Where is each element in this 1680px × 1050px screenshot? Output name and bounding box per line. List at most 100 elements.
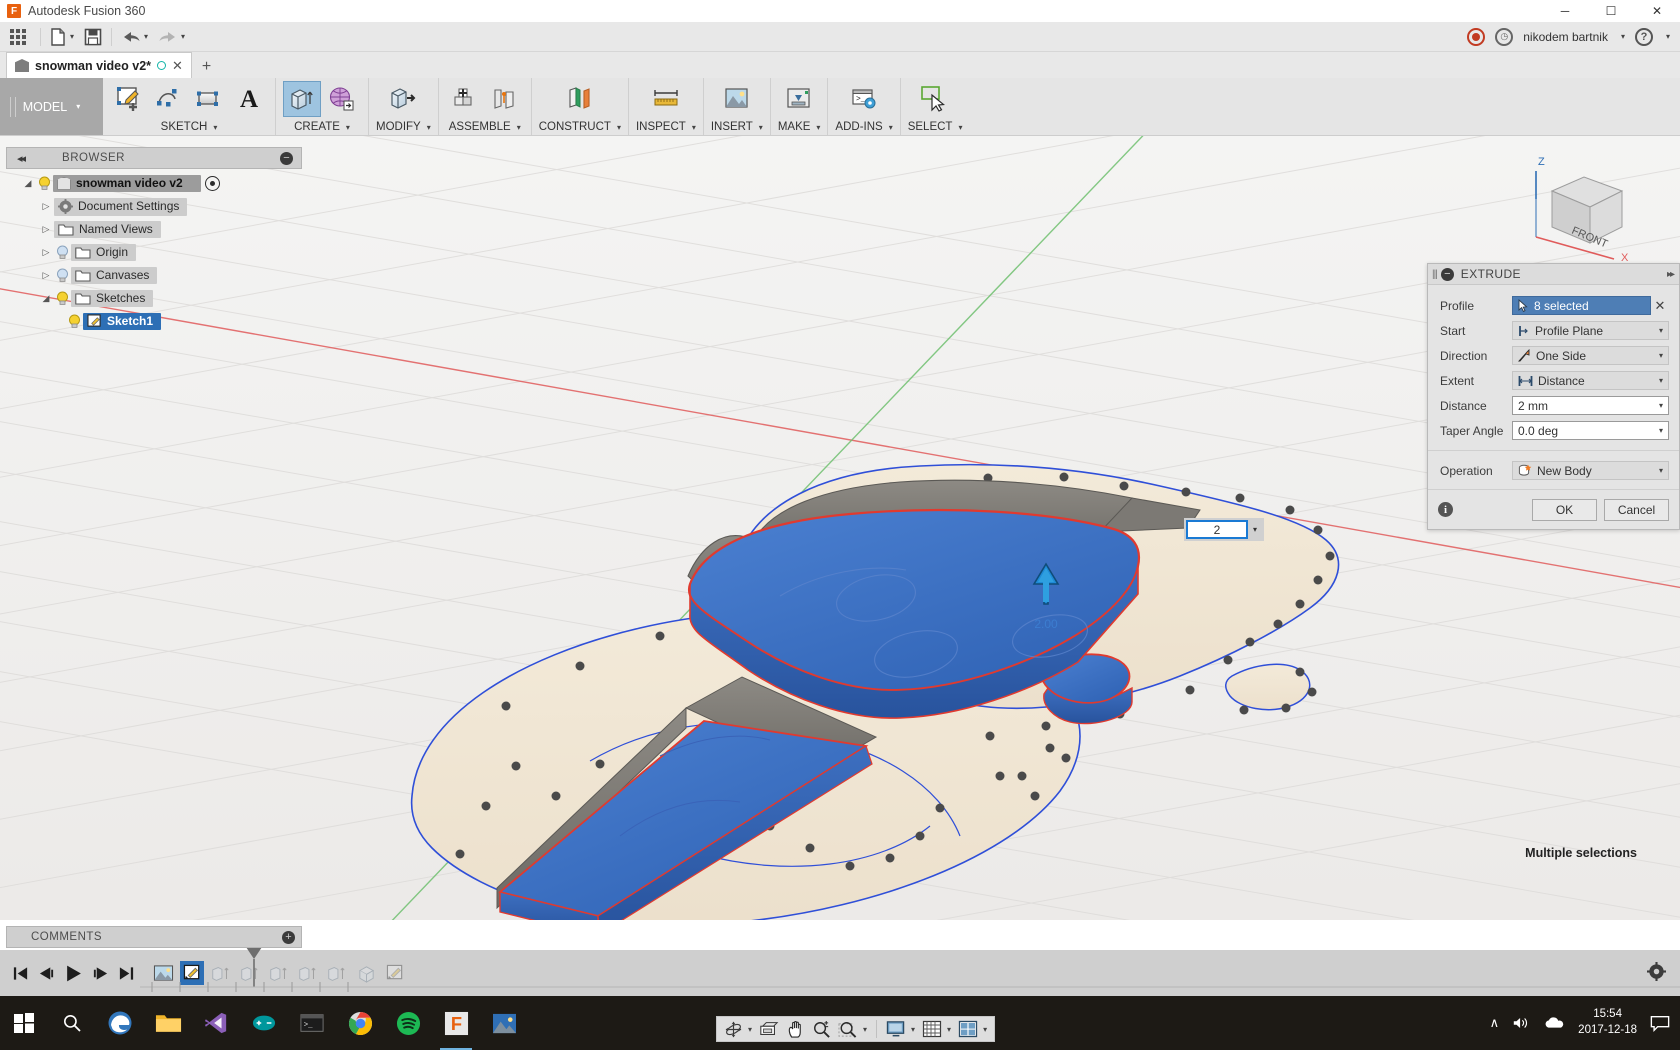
tree-item-canvases[interactable]: ▷ Canvases <box>6 264 306 287</box>
extrude-distance-manipulator-input[interactable]: 2 ▾ <box>1184 518 1264 541</box>
minimize-button[interactable]: ─ <box>1542 0 1588 22</box>
operation-dropdown[interactable]: New Body ▾ <box>1512 461 1669 480</box>
skip-end-icon[interactable] <box>118 965 135 982</box>
expand-arrow-icon[interactable]: ▷ <box>38 201 54 212</box>
user-name-label[interactable]: nikodem bartnik <box>1523 30 1608 44</box>
chevron-down-icon[interactable]: ▾ <box>1248 525 1262 534</box>
distance-value-field[interactable]: 2 <box>1186 520 1248 539</box>
view-cube[interactable]: Z FRONT X <box>1522 151 1652 271</box>
look-at-button[interactable] <box>756 1018 782 1040</box>
workspace-selector[interactable]: MODEL ▾ <box>0 78 103 135</box>
taper-angle-input[interactable]: 0.0 deg ▾ <box>1512 421 1669 440</box>
offset-plane-button[interactable] <box>561 81 599 117</box>
skip-start-icon[interactable] <box>12 965 29 982</box>
clear-selection-button[interactable]: ✕ <box>1651 298 1669 314</box>
chevron-down-icon[interactable]: ▾ <box>1659 466 1663 475</box>
chevron-down-icon[interactable]: ▾ <box>1659 351 1663 360</box>
tree-chip[interactable]: Origin <box>71 244 136 261</box>
group-label[interactable]: SELECT ▾ <box>908 119 963 135</box>
new-component-button[interactable] <box>446 81 484 117</box>
new-tab-button[interactable]: + <box>192 58 221 76</box>
dialog-minimize-icon[interactable]: − <box>1441 268 1454 281</box>
3d-print-button[interactable] <box>780 81 818 117</box>
tree-chip[interactable]: Named Views <box>54 221 161 238</box>
light-bulb-icon[interactable] <box>54 290 71 307</box>
group-label[interactable]: SKETCH ▾ <box>161 119 218 135</box>
chevron-down-icon[interactable]: ▾ <box>1659 326 1663 335</box>
expand-arrow-icon[interactable]: ◢ <box>38 293 54 304</box>
expand-arrow-icon[interactable]: ▷ <box>38 224 54 235</box>
app-grid-icon[interactable] <box>10 29 26 45</box>
extent-dropdown[interactable]: Distance ▾ <box>1512 371 1669 390</box>
tree-chip-selected[interactable]: Sketch1 <box>83 313 161 330</box>
chevron-down-icon[interactable]: ▾ <box>1621 32 1625 41</box>
extrude-button[interactable] <box>283 81 321 117</box>
onedrive-icon[interactable] <box>1543 1015 1565 1031</box>
light-bulb-icon[interactable] <box>36 175 53 192</box>
chevron-down-icon[interactable]: ▾ <box>181 32 185 41</box>
chevron-down-icon[interactable]: ▾ <box>1659 401 1663 410</box>
expand-arrow-icon[interactable]: ▷ <box>38 270 54 281</box>
create-sketch-button[interactable] <box>110 81 148 117</box>
group-label[interactable]: CREATE ▾ <box>294 119 350 135</box>
taskbar-clock[interactable]: 15:54 2017-12-18 <box>1578 1007 1637 1038</box>
create-form-button[interactable] <box>323 81 361 117</box>
expand-arrow-icon[interactable]: ◢ <box>20 178 36 189</box>
tray-chevron-icon[interactable]: ∧ <box>1490 1015 1500 1031</box>
collapse-icon[interactable]: ◂◂ <box>17 152 24 165</box>
maximize-button[interactable]: ☐ <box>1588 0 1634 22</box>
new-document-button[interactable]: ▾ <box>45 22 79 52</box>
expand-arrow-icon[interactable]: ▷ <box>38 247 54 258</box>
tree-chip[interactable]: Canvases <box>71 267 157 284</box>
light-bulb-icon[interactable] <box>54 244 71 261</box>
taskbar-arduino-button[interactable] <box>240 996 288 1050</box>
grip-handle[interactable]: ||| <box>1432 269 1437 280</box>
taskbar-fusion360-button[interactable]: F <box>432 996 480 1050</box>
tree-item-named-views[interactable]: ▷ Named Views <box>6 218 306 241</box>
taskbar-search-button[interactable] <box>48 996 96 1050</box>
ok-button[interactable]: OK <box>1532 499 1597 521</box>
step-forward-icon[interactable] <box>92 965 109 982</box>
group-label[interactable]: MAKE ▾ <box>778 119 821 135</box>
chevron-down-icon[interactable]: ▾ <box>70 32 74 41</box>
group-label[interactable]: INSERT ▾ <box>711 119 763 135</box>
group-label[interactable]: MODIFY ▾ <box>376 119 431 135</box>
start-dropdown[interactable]: Profile Plane ▾ <box>1512 321 1669 340</box>
tree-item-origin[interactable]: ▷ Origin <box>6 241 306 264</box>
orbit-button[interactable]: ▾ <box>721 1018 755 1040</box>
job-status-icon[interactable]: ◷ <box>1495 28 1513 46</box>
save-button[interactable] <box>79 22 107 52</box>
grip-handle[interactable] <box>10 97 16 117</box>
grid-snaps-button[interactable]: ▾ <box>919 1018 954 1040</box>
press-pull-button[interactable] <box>384 81 422 117</box>
rectangle-button[interactable] <box>190 81 228 117</box>
timeline-track[interactable] <box>140 982 1680 992</box>
chevron-down-icon[interactable]: ▾ <box>1666 32 1670 41</box>
chevron-down-icon[interactable]: ▾ <box>947 1025 951 1034</box>
step-back-icon[interactable] <box>38 965 55 982</box>
chevron-down-icon[interactable]: ▾ <box>911 1025 915 1034</box>
tab-snowman-video-v2[interactable]: snowman video v2* ✕ <box>6 52 192 78</box>
help-icon[interactable]: ? <box>1635 28 1653 46</box>
volume-icon[interactable] <box>1512 1015 1530 1031</box>
info-icon[interactable]: i <box>1438 502 1453 517</box>
chevron-down-icon[interactable]: ▾ <box>863 1025 867 1034</box>
taskbar-file-explorer-button[interactable] <box>144 996 192 1050</box>
viewports-button[interactable]: ▾ <box>955 1018 990 1040</box>
joint-button[interactable] <box>486 81 524 117</box>
select-window-button[interactable] <box>916 81 954 117</box>
comments-panel-header[interactable]: COMMENTS + <box>6 926 302 948</box>
taskbar-chrome-button[interactable] <box>336 996 384 1050</box>
windows-start-button[interactable] <box>0 996 48 1050</box>
chevron-down-icon[interactable]: ▾ <box>748 1025 752 1034</box>
timeline-settings-button[interactable] <box>1647 962 1666 984</box>
group-label[interactable]: ADD-INS ▾ <box>835 119 892 135</box>
pan-button[interactable] <box>783 1018 808 1040</box>
profile-selection-field[interactable]: 8 selected <box>1512 296 1651 315</box>
text-button[interactable]: A <box>230 81 268 117</box>
distance-input[interactable]: 2 mm ▾ <box>1512 396 1669 415</box>
tree-item-sketches[interactable]: ◢ Sketches <box>6 287 306 310</box>
chevron-down-icon[interactable]: ▾ <box>1659 376 1663 385</box>
taskbar-vscode-button[interactable] <box>192 996 240 1050</box>
close-icon[interactable]: ✕ <box>172 58 183 74</box>
